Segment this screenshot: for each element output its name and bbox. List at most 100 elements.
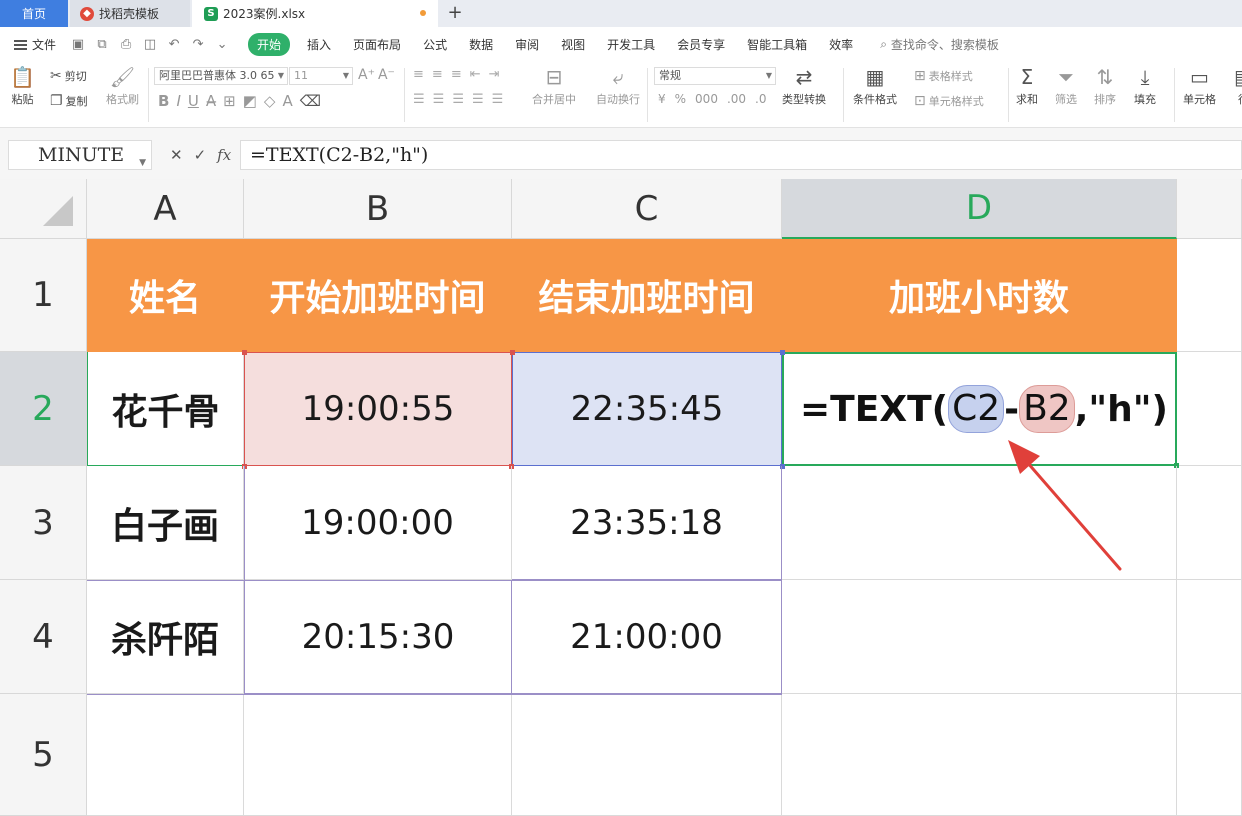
cell-c2[interactable]: 22:35:45 [512,352,782,466]
cell-e3[interactable] [1177,466,1242,580]
cell-d5[interactable] [782,694,1177,816]
menu-data[interactable]: 数据 [469,36,493,53]
range-handle[interactable] [780,350,785,355]
wrap-text-button[interactable]: ⤶ 自动换行 [596,66,640,107]
decrease-decimal-icon[interactable]: .0 [755,92,766,106]
font-shrink-icon[interactable]: A⁻ [378,67,395,83]
border-icon[interactable]: ⊞ [223,92,236,110]
cut-button[interactable]: ✂ 剪切 [50,68,87,84]
cell-b5[interactable] [244,694,512,816]
cell-b3[interactable]: 19:00:00 [244,466,512,580]
sum-button[interactable]: Σ 求和 [1016,66,1038,107]
copy-button[interactable]: ❐ 复制 [50,93,88,109]
row-header-1[interactable]: 1 [0,239,87,352]
menu-home[interactable]: 开始 [248,33,291,56]
font-grow-icon[interactable]: A⁺ [358,67,375,83]
percent-icon[interactable]: % [675,92,686,106]
row-header-5[interactable]: 5 [0,694,87,816]
sort-button[interactable]: ⇅ 排序 [1094,66,1116,107]
fill-button[interactable]: ⤓ 填充 [1134,66,1156,107]
conditional-format-button[interactable]: ▦ 条件格式 [853,66,897,107]
currency-icon[interactable]: ¥ [658,92,666,106]
paste-button[interactable]: 📋 粘贴 [10,66,35,107]
cell-b1[interactable]: 开始加班时间 [244,239,512,352]
table-style-button[interactable]: ⊞ 表格样式 [914,68,973,84]
align-right-icon[interactable]: ☰ [452,92,464,107]
insert-function-icon[interactable]: fx [217,146,231,164]
column-header-c[interactable]: C [512,179,782,239]
row-col-button[interactable]: ▤ 行 [1234,66,1242,107]
cell-c3[interactable]: 23:35:18 [512,466,782,580]
italic-icon[interactable]: I [176,92,180,110]
format-painter-button[interactable]: 🖌 格式刷 [106,66,139,107]
fill-color-icon[interactable]: ◩ [243,92,257,110]
column-header-a[interactable]: A [87,179,244,239]
type-convert-button[interactable]: ⇄ 类型转换 [782,66,826,107]
row-header-3[interactable]: 3 [0,466,87,580]
tab-home[interactable]: 首页 [0,0,68,27]
menu-insert[interactable]: 插入 [307,36,331,53]
cell-b4[interactable]: 20:15:30 [244,580,512,694]
cell-d1[interactable]: 加班小时数 [782,239,1177,352]
menu-member[interactable]: 会员专享 [677,36,725,53]
bold-icon[interactable]: B [158,92,169,110]
menu-formulas[interactable]: 公式 [423,36,447,53]
underline-icon[interactable]: U [188,92,199,110]
confirm-icon[interactable]: ✓ [194,146,207,164]
increase-decimal-icon[interactable]: .00 [727,92,746,106]
print-preview-icon[interactable]: ◫ [142,37,158,52]
font-name-select[interactable]: 阿里巴巴普惠体 3.0 65 ▼ [154,67,288,85]
select-all-corner[interactable] [0,179,87,239]
cell-e5[interactable] [1177,694,1242,816]
file-menu[interactable]: 文件 [14,36,56,53]
indent-increase-icon[interactable]: ⇥ [489,67,500,82]
align-bottom-icon[interactable]: ≡ [451,67,462,82]
cell-style-button[interactable]: ⊡ 单元格样式 [914,93,984,109]
menu-review[interactable]: 审阅 [515,36,539,53]
row-header-4[interactable]: 4 [0,580,87,694]
new-tab-button[interactable]: + [444,2,466,24]
cell-b2[interactable]: 19:00:55 [244,352,512,466]
menu-view[interactable]: 视图 [561,36,585,53]
name-box[interactable]: MINUTE ▼ [8,140,152,170]
cell-e1[interactable] [1177,239,1242,352]
range-handle[interactable] [510,350,515,355]
highlight-icon[interactable]: ◇ [264,92,276,110]
cell-e2[interactable] [1177,352,1242,466]
cancel-icon[interactable]: ✕ [170,146,183,164]
print-icon[interactable]: ⎙ [118,37,134,52]
menu-smart-toolbox[interactable]: 智能工具箱 [747,36,807,53]
redo-icon[interactable]: ↷ [190,37,206,52]
cell-a3[interactable]: 白子画 [87,466,244,580]
cell-button[interactable]: ▭ 单元格 [1183,66,1216,107]
formula-input[interactable]: =TEXT(C2-B2,"h") [240,140,1242,170]
menu-page-layout[interactable]: 页面布局 [353,36,401,53]
cell-d4[interactable] [782,580,1177,694]
number-format-select[interactable]: 常规 ▼ [654,67,776,85]
tab-template[interactable]: ◆ 找稻壳模板 [70,0,190,27]
cell-a2[interactable]: 花千骨 [87,352,244,466]
cell-a1[interactable]: 姓名 [87,239,244,352]
export-icon[interactable]: ⧉ [94,37,110,52]
cell-c5[interactable] [512,694,782,816]
customize-dropdown-icon[interactable]: ⌄ [214,37,230,52]
undo-icon[interactable]: ↶ [166,37,182,52]
cell-e4[interactable] [1177,580,1242,694]
clear-format-icon[interactable]: ⌫ [300,92,321,110]
cell-a5[interactable] [87,694,244,816]
range-handle[interactable] [242,350,247,355]
align-center-icon[interactable]: ☰ [433,92,445,107]
font-size-select[interactable]: 11 ▼ [289,67,353,85]
menu-developer[interactable]: 开发工具 [607,36,655,53]
indent-decrease-icon[interactable]: ⇤ [470,67,481,82]
align-middle-icon[interactable]: ≡ [432,67,443,82]
column-header-e[interactable] [1177,179,1242,239]
tab-workbook[interactable]: S 2023案例.xlsx [192,0,438,27]
filter-button[interactable]: ⏷ 筛选 [1055,66,1077,107]
save-icon[interactable]: ▣ [70,37,86,52]
align-top-icon[interactable]: ≡ [413,67,424,82]
column-header-b[interactable]: B [244,179,512,239]
column-header-d[interactable]: D [782,179,1177,239]
cell-c4[interactable]: 21:00:00 [512,580,782,694]
menu-efficiency[interactable]: 效率 [829,36,853,53]
